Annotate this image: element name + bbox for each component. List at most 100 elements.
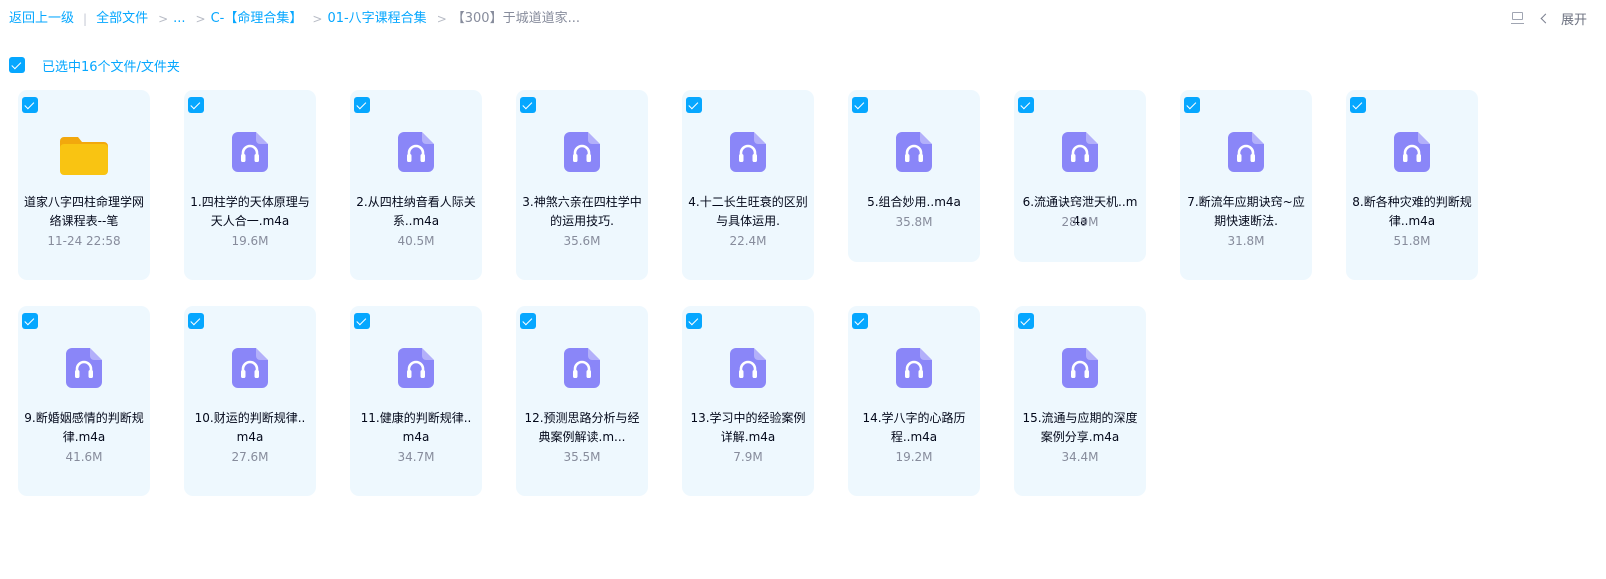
file-checkbox[interactable] [852, 97, 868, 113]
file-checkbox[interactable] [686, 313, 702, 329]
audio-file-icon [896, 132, 932, 172]
file-size: 31.8M [1227, 234, 1265, 248]
audio-file-icon [1228, 132, 1264, 172]
audio-file-icon [564, 132, 600, 172]
audio-file-icon [66, 348, 102, 388]
toolbar-right: 展开 [1510, 8, 1606, 28]
file-card[interactable]: 5.组合妙用..m4a 35.8M [848, 90, 980, 262]
file-card[interactable]: 1.四柱学的天体原理与天人合一.m4a 19.6M [184, 90, 316, 280]
audio-file-icon [398, 348, 434, 388]
file-name: 8.断各种灾难的判断规律..m4a [1352, 195, 1472, 228]
audio-file-icon [398, 132, 434, 172]
file-checkbox[interactable] [1350, 97, 1366, 113]
file-name: 2.从四柱纳音看人际关系..m4a [356, 195, 476, 228]
file-name: 15.流通与应期的深度案例分享.m4a [1022, 411, 1138, 444]
breadcrumb-ellipsis[interactable]: ... [173, 10, 185, 28]
top-bar: 返回上一级 | 全部文件 > ... > C-【命理合集】 > 01-八字课程合… [0, 0, 1606, 38]
selection-count-text: 已选中16个文件/文件夹 [42, 59, 180, 75]
file-name: 10.财运的判断规律..m4a [194, 411, 306, 444]
file-name: 道家八字四柱命理学网络课程表--笔 [24, 195, 144, 228]
file-card[interactable]: 4.十二长生旺衰的区别与具体运用. 22.4M [682, 90, 814, 280]
layout-toggle-icon[interactable] [1510, 10, 1526, 26]
file-checkbox[interactable] [1184, 97, 1200, 113]
file-size: 34.4M [1061, 450, 1099, 464]
file-checkbox[interactable] [686, 97, 702, 113]
file-checkbox[interactable] [520, 97, 536, 113]
breadcrumb-separator: > [436, 12, 447, 26]
file-checkbox[interactable] [354, 97, 370, 113]
back-link[interactable]: 返回上一级 [9, 10, 74, 28]
file-card[interactable]: 11.健康的判断规律..m4a 34.7M [350, 306, 482, 496]
file-checkbox[interactable] [520, 313, 536, 329]
file-size: 7.9M [733, 450, 763, 464]
file-card[interactable]: 14.学八字的心路历程..m4a 19.2M [848, 306, 980, 496]
file-date: 11-24 22:58 [47, 234, 121, 248]
expand-label: 展开 [1560, 12, 1587, 28]
file-size: 19.2M [895, 450, 933, 464]
audio-file-icon [232, 132, 268, 172]
file-size: 35.5M [563, 450, 601, 464]
expand-button[interactable]: 展开 [1540, 9, 1606, 28]
file-checkbox[interactable] [852, 313, 868, 329]
file-size: 35.8M [895, 215, 933, 229]
audio-file-icon [1062, 348, 1098, 388]
file-size: 22.4M [729, 234, 767, 248]
file-checkbox[interactable] [188, 313, 204, 329]
breadcrumb: 返回上一级 | 全部文件 > ... > C-【命理合集】 > 01-八字课程合… [9, 10, 580, 28]
file-size: 34.7M [397, 450, 435, 464]
audio-file-icon [232, 348, 268, 388]
breadcrumb-divider: | [83, 12, 88, 26]
file-name: 12.预测思路分析与经典案例解读.m... [524, 411, 640, 444]
file-name: 4.十二长生旺衰的区别与具体运用. [688, 195, 808, 228]
file-card[interactable]: 6.流通诀窍泄天机..m4a 28.9M [1014, 90, 1146, 262]
folder-card[interactable]: 道家八字四柱命理学网络课程表--笔 11-24 22:58 [18, 90, 150, 280]
breadcrumb-level1[interactable]: C-【命理合集】 [211, 10, 303, 28]
file-size: 40.5M [397, 234, 435, 248]
file-card[interactable]: 8.断各种灾难的判断规律..m4a 51.8M [1346, 90, 1478, 280]
file-card[interactable]: 9.断婚姻感情的判断规律.m4a 41.6M [18, 306, 150, 496]
file-checkbox[interactable] [22, 313, 38, 329]
breadcrumb-current: 【300】于城道道家... [451, 11, 580, 26]
file-name: 3.神煞六亲在四柱学中的运用技巧. [522, 195, 642, 228]
file-size: 51.8M [1393, 234, 1431, 248]
file-card[interactable]: 13.学习中的经验案例详解.m4a 7.9M [682, 306, 814, 496]
audio-file-icon [564, 348, 600, 388]
audio-file-icon [730, 348, 766, 388]
file-checkbox[interactable] [1018, 97, 1034, 113]
file-card[interactable]: 15.流通与应期的深度案例分享.m4a 34.4M [1014, 306, 1146, 496]
file-name: 14.学八字的心路历程..m4a [862, 411, 966, 444]
chevron-left-icon [1540, 13, 1551, 23]
select-all-checkbox[interactable] [9, 57, 25, 73]
file-size: 28.9M [1061, 215, 1099, 229]
audio-file-icon [896, 348, 932, 388]
file-checkbox[interactable] [1018, 313, 1034, 329]
audio-file-icon [1394, 132, 1430, 172]
file-checkbox[interactable] [354, 313, 370, 329]
file-card[interactable]: 2.从四柱纳音看人际关系..m4a 40.5M [350, 90, 482, 280]
file-card[interactable]: 7.断流年应期诀窍~应期快速断法. 31.8M [1180, 90, 1312, 280]
file-name: 11.健康的判断规律..m4a [360, 411, 472, 444]
file-size: 35.6M [563, 234, 601, 248]
breadcrumb-separator: > [312, 12, 323, 26]
file-name: 9.断婚姻感情的判断规律.m4a [24, 411, 144, 444]
breadcrumb-separator: > [158, 12, 169, 26]
selection-bar: 已选中16个文件/文件夹 [9, 57, 180, 75]
file-card[interactable]: 12.预测思路分析与经典案例解读.m... 35.5M [516, 306, 648, 496]
file-size: 41.6M [65, 450, 103, 464]
file-checkbox[interactable] [188, 97, 204, 113]
file-name: 7.断流年应期诀窍~应期快速断法. [1187, 195, 1305, 228]
file-name: 5.组合妙用..m4a [867, 195, 961, 209]
file-card[interactable]: 10.财运的判断规律..m4a 27.6M [184, 306, 316, 496]
file-name: 13.学习中的经验案例详解.m4a [690, 411, 806, 444]
file-checkbox[interactable] [22, 97, 38, 113]
breadcrumb-level2[interactable]: 01-八字课程合集 [327, 10, 426, 28]
audio-file-icon [730, 132, 766, 172]
breadcrumb-separator: > [195, 12, 206, 26]
folder-icon [60, 135, 108, 175]
file-size: 19.6M [231, 234, 269, 248]
audio-file-icon [1062, 132, 1098, 172]
file-name: 1.四柱学的天体原理与天人合一.m4a [190, 195, 310, 228]
file-card[interactable]: 3.神煞六亲在四柱学中的运用技巧. 35.6M [516, 90, 648, 280]
breadcrumb-root[interactable]: 全部文件 [96, 10, 148, 28]
file-size: 27.6M [231, 450, 269, 464]
